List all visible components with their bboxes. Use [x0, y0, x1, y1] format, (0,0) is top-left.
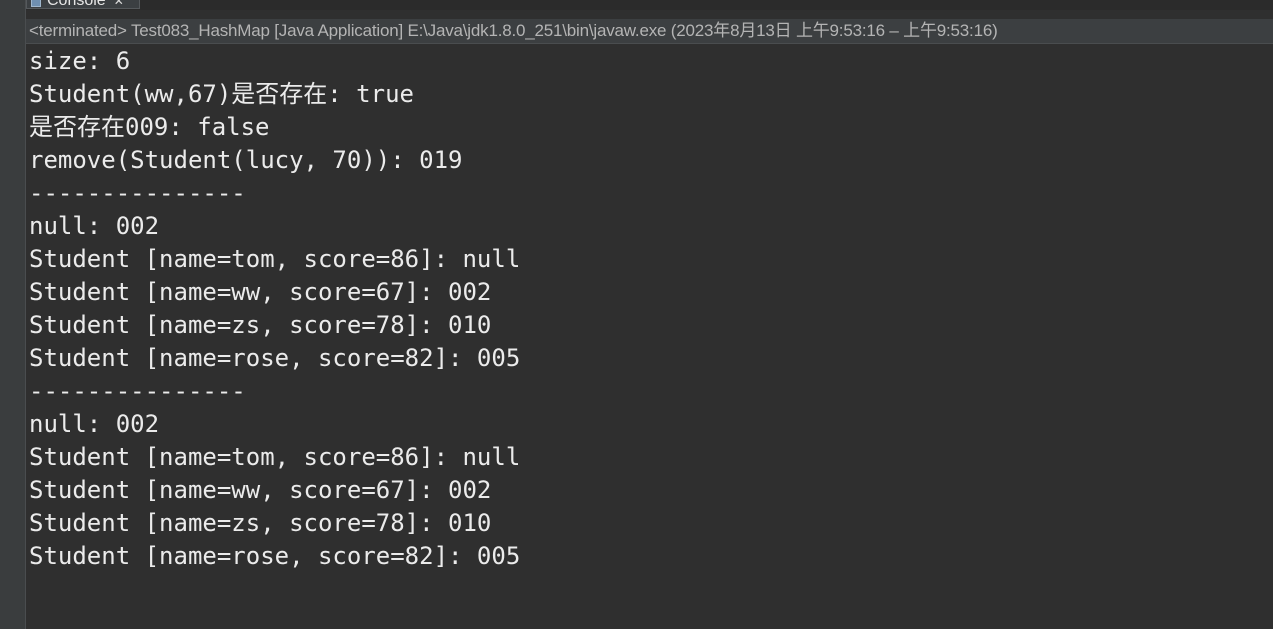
- console-icon: [31, 0, 41, 7]
- console-view: Console ✕ <terminated> Test083_HashMap […: [0, 0, 1273, 629]
- output-line: Student [name=zs, score=78]: 010: [29, 311, 492, 339]
- output-line: Student(ww,67)是否存在: true: [29, 80, 414, 108]
- output-line: Student [name=tom, score=86]: null: [29, 245, 521, 273]
- process-status-text: <terminated> Test083_HashMap [Java Appli…: [29, 21, 998, 40]
- output-line: 是否存在009: false: [29, 113, 270, 141]
- output-line: null: 002: [29, 212, 160, 240]
- close-icon[interactable]: ✕: [114, 0, 124, 8]
- output-line: Student [name=tom, score=86]: null: [29, 443, 521, 471]
- output-line: ---------------: [29, 179, 246, 207]
- output-line: Student [name=ww, score=67]: 002: [29, 476, 492, 504]
- tab-console-label: Console: [47, 0, 106, 9]
- tab-console[interactable]: Console ✕: [26, 0, 140, 9]
- output-line: ---------------: [29, 377, 246, 405]
- console-status-bar: <terminated> Test083_HashMap [Java Appli…: [26, 19, 1273, 44]
- output-line: size: 6: [29, 47, 131, 75]
- output-line: Student [name=zs, score=78]: 010: [29, 509, 492, 537]
- left-gutter: [0, 0, 26, 629]
- tab-strip: [26, 0, 1273, 10]
- output-line: null: 002: [29, 410, 160, 438]
- output-line: Student [name=rose, score=82]: 005: [29, 344, 521, 372]
- output-line: Student [name=ww, score=67]: 002: [29, 278, 492, 306]
- output-line: remove(Student(lucy, 70)): 019: [29, 146, 463, 174]
- output-line: Student [name=rose, score=82]: 005: [29, 542, 521, 570]
- console-output[interactable]: size: 6 Student(ww,67)是否存在: true 是否存在009…: [26, 44, 1273, 629]
